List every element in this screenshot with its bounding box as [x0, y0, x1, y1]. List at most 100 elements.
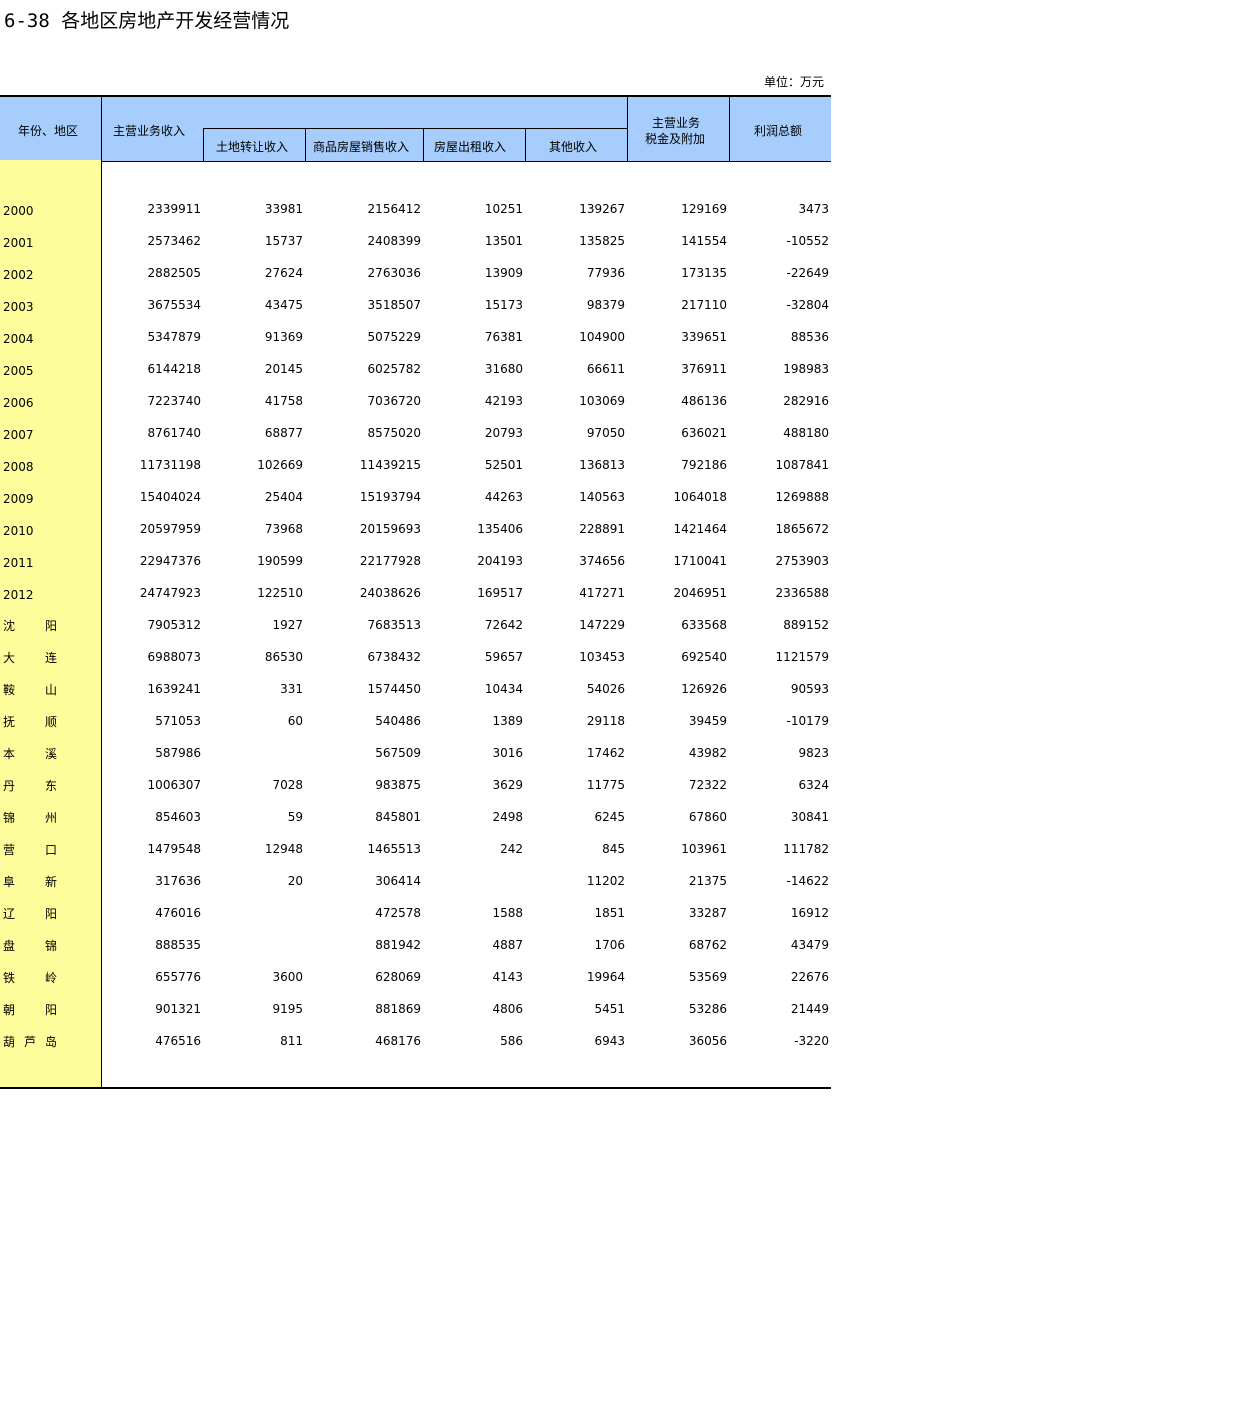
row-label: 2008	[3, 460, 34, 474]
table-row: 大连 6988073 86530 6738432 59657 103453 692540 11…	[0, 634, 831, 666]
table-cell: 317636	[155, 874, 201, 888]
table-cell: 901321	[155, 1002, 201, 1016]
table-cell: 468176	[375, 1034, 421, 1048]
table-cell: 633568	[681, 618, 727, 632]
row-label: 朝阳	[3, 1001, 57, 1018]
table-cell: 889152	[783, 618, 829, 632]
row-label-char: 营	[3, 843, 16, 857]
row-label: 阜新	[3, 873, 57, 890]
table-cell: 655776	[155, 970, 201, 984]
table-cell: 97050	[586, 426, 625, 440]
table-cell: 10434	[484, 682, 523, 696]
table-cell: 12948	[264, 842, 303, 856]
table-cell: 22177928	[359, 554, 421, 568]
row-label-char: 阳	[44, 619, 57, 633]
table-cell: 242	[500, 842, 523, 856]
row-label: 葫芦岛	[3, 1033, 57, 1050]
table-cell: 33287	[688, 906, 727, 920]
table-cell: 228891	[579, 522, 625, 536]
row-label-char: 东	[44, 779, 57, 793]
table-row: 2001 2573462 15737 2408399 13501 135825 141554…	[0, 218, 831, 250]
table-cell: 1121579	[775, 650, 829, 664]
table-cell: 1421464	[673, 522, 727, 536]
table-cell: 42193	[484, 394, 523, 408]
table-cell: 888535	[155, 938, 201, 952]
table-cell: 6324	[798, 778, 829, 792]
table-cell: 376911	[681, 362, 727, 376]
table-cell: 20	[287, 874, 303, 888]
table-cell: 68877	[264, 426, 303, 440]
table-row: 2006 7223740 41758 7036720 42193 103069 486136…	[0, 378, 831, 410]
table-cell: -3220	[794, 1034, 829, 1048]
table-cell: 540486	[375, 714, 421, 728]
table-cell: 20597959	[139, 522, 201, 536]
table-cell: 147229	[579, 618, 625, 632]
table-row: 朝阳 901321 9195 881869 4806 5451 53286 21449	[0, 986, 831, 1018]
table-cell: 6025782	[367, 362, 421, 376]
table-cell: 102669	[257, 458, 303, 472]
header-main-income: 主营业务收入	[113, 124, 186, 138]
header-subdivider	[203, 128, 627, 129]
row-label-char: 岛	[44, 1035, 57, 1049]
row-label-char: 山	[44, 683, 57, 697]
table-row: 2002 2882505 27624 2763036 13909 77936 173135 -…	[0, 250, 831, 282]
table-cell: 60	[287, 714, 303, 728]
table-cell: 135406	[477, 522, 523, 536]
row-label-char: 盘	[3, 939, 16, 953]
table-cell: 2882505	[147, 266, 201, 280]
row-label-char: 新	[44, 875, 57, 889]
table-cell: 567509	[375, 746, 421, 760]
table-cell: 586	[500, 1034, 523, 1048]
table-cell: 44263	[484, 490, 523, 504]
table-cell: 486136	[681, 394, 727, 408]
table-cell: 11731198	[139, 458, 201, 472]
table-cell: 20159693	[359, 522, 421, 536]
table-cell: 135825	[579, 234, 625, 248]
row-label: 2007	[3, 428, 34, 442]
table-cell: 6943	[594, 1034, 625, 1048]
table-cell: 76381	[484, 330, 523, 344]
table-cell: 169517	[477, 586, 523, 600]
table-cell: 8575020	[367, 426, 421, 440]
table-cell: 53286	[688, 1002, 727, 1016]
table-cell: 2046951	[673, 586, 727, 600]
table-header: 年份、地区 主营业务收入 土地转让收入 商品房屋销售收入 房屋出租收入 其他收入…	[0, 95, 831, 162]
table-cell: 141554	[681, 234, 727, 248]
table-cell: 53569	[688, 970, 727, 984]
table-cell: 11775	[586, 778, 625, 792]
row-label-char: 朝	[3, 1003, 16, 1017]
table-cell: 16912	[790, 906, 829, 920]
row-label: 2012	[3, 588, 34, 602]
table-cell: -14622	[786, 874, 829, 888]
table-cell: 2336588	[775, 586, 829, 600]
table-cell: 1269888	[775, 490, 829, 504]
table-cell: 13909	[484, 266, 523, 280]
row-label: 锦州	[3, 809, 57, 826]
table-cell: 103453	[579, 650, 625, 664]
table-cell: 43475	[264, 298, 303, 312]
table-cell: 6245	[594, 810, 625, 824]
table-cell: 15173	[484, 298, 523, 312]
row-label: 盘锦	[3, 937, 57, 954]
table-cell: 19964	[586, 970, 625, 984]
table-cell: 1927	[272, 618, 303, 632]
table-cell: 43479	[790, 938, 829, 952]
table-cell: 4806	[492, 1002, 523, 1016]
row-label-char: 连	[44, 651, 57, 665]
table-cell: 54026	[586, 682, 625, 696]
table-cell: 2498	[492, 810, 523, 824]
table-row: 阜新 317636 20 306414 11202 21375 -14622	[0, 858, 831, 890]
row-label: 鞍山	[3, 681, 57, 698]
row-label-char: 铁	[3, 971, 16, 985]
table-row: 2010 20597959 73968 20159693 135406 228891 142…	[0, 506, 831, 538]
table-cell: 41758	[264, 394, 303, 408]
table-cell: 136813	[579, 458, 625, 472]
table-cell: 587986	[155, 746, 201, 760]
table-row: 本溪 587986 567509 3016 17462 43982 9823	[0, 730, 831, 762]
table-cell: 3473	[798, 202, 829, 216]
table-cell: 20145	[264, 362, 303, 376]
table-cell: 15404024	[139, 490, 201, 504]
table-cell: 983875	[375, 778, 421, 792]
table-cell: 13501	[484, 234, 523, 248]
row-label-char: 大	[3, 651, 16, 665]
